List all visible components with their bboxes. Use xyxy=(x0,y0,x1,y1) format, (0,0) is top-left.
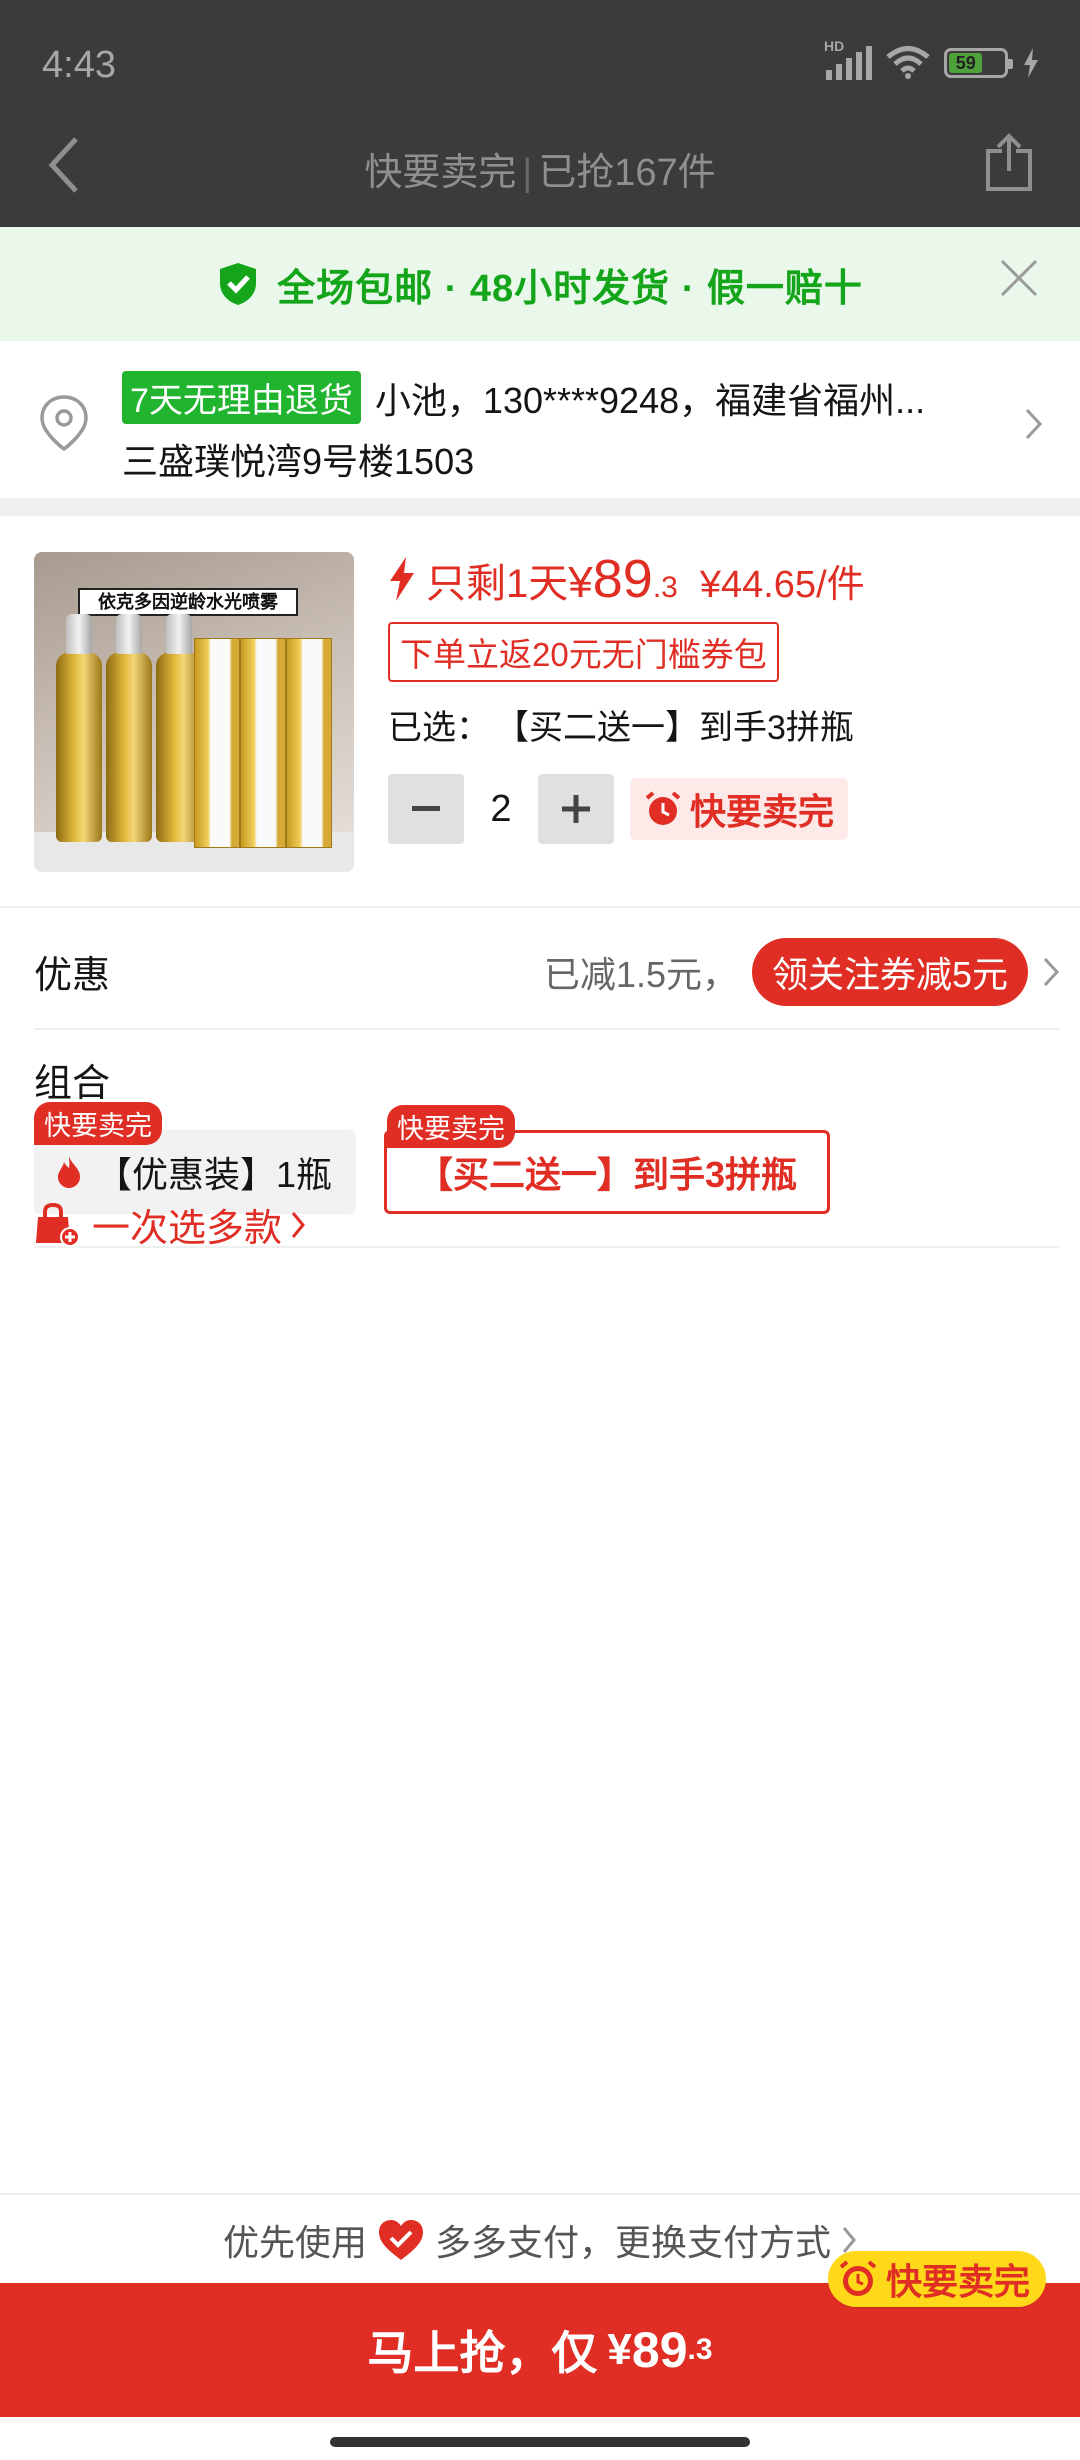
close-icon[interactable] xyxy=(998,257,1040,299)
nav-bar: 快要卖完 | 已抢167件 xyxy=(0,125,1080,205)
chevron-right-icon xyxy=(1025,408,1043,440)
discount-reduced: 已减1.5元， xyxy=(543,954,738,995)
increase-button[interactable] xyxy=(538,774,614,844)
quantity-value[interactable]: 2 xyxy=(464,788,538,831)
cta-price: 89 xyxy=(631,2322,688,2378)
chevron-right-icon xyxy=(1043,957,1060,987)
coupon-tag: 下单立返20元无门槛券包 xyxy=(388,622,779,682)
decrease-button[interactable] xyxy=(388,774,464,844)
plus-icon xyxy=(562,795,590,823)
address-line2: 三盛璞悦湾9号楼1503 xyxy=(122,441,475,482)
share-icon[interactable] xyxy=(984,133,1034,193)
discount-row[interactable]: 优惠 已减1.5元， 领关注券减5元 xyxy=(34,908,1060,1030)
selling-fast-tag: 快要卖完 xyxy=(34,1102,162,1145)
battery-icon: 59 xyxy=(944,48,1013,78)
alarm-clock-icon xyxy=(839,2260,877,2296)
product-image[interactable]: 依克多因逆龄水光喷雾 xyxy=(34,552,354,872)
chevron-right-icon xyxy=(291,1211,305,1238)
price-row: 只剩1天 ¥ 89 .3 ¥44.65/件 xyxy=(388,548,1060,610)
status-time: 4:43 xyxy=(42,44,116,86)
pay-text: 多多支付，更换支付方式 xyxy=(435,2222,832,2263)
product-card: 依克多因逆龄水光喷雾 只剩1天 ¥ 89 .3 ¥44.65/件 下单立返20元… xyxy=(0,516,1080,908)
price: 89 xyxy=(592,549,653,609)
order-sheet: 全场包邮 · 48小时发货 · 假一赔十 7天无理由退货 小池，130****9… xyxy=(0,227,1080,2460)
pay-shield-icon xyxy=(379,2220,423,2260)
address-row[interactable]: 7天无理由退货 小池，130****9248，福建省福州... 三盛璞悦湾9号楼… xyxy=(0,341,1080,516)
follow-coupon-button[interactable]: 领关注券减5元 xyxy=(751,938,1028,1006)
lightning-icon xyxy=(390,557,414,601)
combo-option-bundle[interactable]: 快要卖完 【买二送一】到手3拼瓶 xyxy=(384,1105,830,1214)
status-bar: 4:43 HD 59 xyxy=(0,38,1080,90)
discount-label: 优惠 xyxy=(34,955,111,997)
alarm-clock-icon xyxy=(645,791,681,825)
home-indicator[interactable] xyxy=(330,2437,750,2447)
multi-select-link[interactable]: 一次选多款 xyxy=(34,1197,306,1252)
address-contact: 小池，130****9248，福建省福州... xyxy=(374,379,926,421)
combo-label: 组合 xyxy=(34,1063,111,1105)
product-info: 只剩1天 ¥ 89 .3 ¥44.65/件 下单立返20元无门槛券包 已选： 【买… xyxy=(388,548,1060,749)
dimmed-header: 4:43 HD 59 快要卖完 | 已抢167件 xyxy=(0,0,1080,227)
selling-fast-badge: 快要卖完 xyxy=(630,778,849,840)
selling-fast-tag: 快要卖完 xyxy=(387,1105,515,1148)
product-image-label: 依克多因逆龄水光喷雾 xyxy=(78,588,298,616)
charging-icon xyxy=(1024,48,1038,78)
unit-price: ¥44.65/件 xyxy=(699,564,865,606)
return-policy-tag: 7天无理由退货 xyxy=(122,371,361,424)
status-icons: HD 59 xyxy=(824,38,1040,80)
address-line1: 7天无理由退货 小池，130****9248，福建省福州... xyxy=(122,371,925,424)
shield-check-icon xyxy=(220,263,257,305)
cta-selling-fast-badge: 快要卖完 xyxy=(827,2251,1046,2307)
shipping-banner: 全场包邮 · 48小时发货 · 假一赔十 xyxy=(0,227,1080,341)
location-icon xyxy=(40,395,88,452)
signal-icon: HD xyxy=(824,38,872,80)
selected-spec: 已选： 【买二送一】到手3拼瓶 xyxy=(388,709,854,747)
fire-icon xyxy=(58,1156,80,1188)
banner-text: 全场包邮 · 48小时发货 · 假一赔十 xyxy=(277,267,863,310)
shopping-bag-plus-icon xyxy=(36,1202,80,1247)
time-left: 只剩1天 xyxy=(426,562,569,606)
page-title: 快要卖完 | 已抢167件 xyxy=(364,152,716,194)
pay-prefix: 优先使用 xyxy=(222,2222,367,2263)
minus-icon xyxy=(412,806,440,811)
quantity-stepper: 2 快要卖完 xyxy=(388,774,849,844)
wifi-icon xyxy=(886,46,930,79)
